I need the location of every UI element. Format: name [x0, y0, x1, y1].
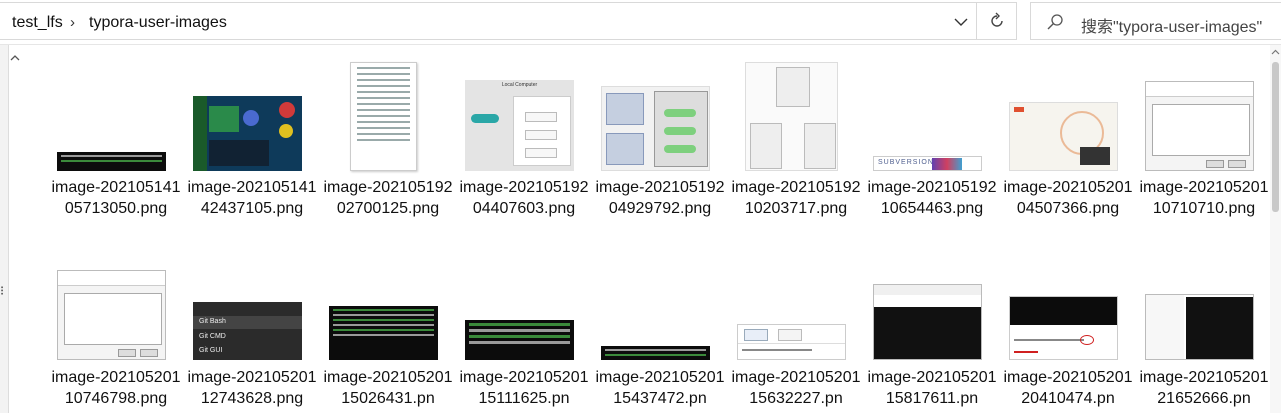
file-thumbnail: Git Bash Git CMD Git GUI: [193, 302, 302, 360]
breadcrumb-typora-user-images[interactable]: typora-user-images: [89, 14, 227, 32]
file-name: image-20210520110746798.png: [51, 369, 181, 407]
file-name: image-20210520120410474.pn: [1003, 369, 1133, 407]
nav-pane-glyph: ⁝: [0, 283, 5, 298]
refresh-button[interactable]: [976, 2, 1017, 40]
file-thumbnail: [57, 270, 166, 360]
banner-text: SUBVERSION: [878, 159, 934, 166]
file-thumbnail: [465, 320, 574, 360]
file-name: image-20210519204407603.png: [459, 179, 589, 217]
menu-item-git-bash: Git Bash: [199, 318, 226, 325]
file-thumbnail: [601, 86, 710, 171]
file-name: image-20210519204929792.png: [595, 179, 725, 217]
file-name: image-20210519210654463.png: [867, 179, 997, 217]
file-item[interactable]: Local Computer image-20210519204407603.p…: [456, 60, 592, 245]
search-box[interactable]: 搜索"typora-user-images": [1030, 2, 1281, 40]
file-name: image-20210520121652666.pn: [1139, 369, 1269, 407]
breadcrumb-test-lfs[interactable]: test_lfs: [12, 14, 63, 32]
file-thumbnail: [329, 306, 438, 360]
file-item[interactable]: image-20210520115817611.pn: [864, 260, 1000, 413]
file-name: image-20210514105713050.png: [51, 179, 181, 217]
file-item[interactable]: image-20210519202700125.png: [320, 60, 456, 245]
file-name: image-20210520115437472.pn: [595, 369, 725, 407]
file-item[interactable]: Git Bash Git CMD Git GUI image-202105201…: [184, 260, 320, 413]
file-item[interactable]: image-20210514142437105.png: [184, 60, 320, 245]
scroll-up-icon[interactable]: [7, 50, 23, 66]
file-item[interactable]: image-20210519204929792.png: [592, 60, 728, 245]
file-name: image-20210520110710710.png: [1139, 179, 1269, 217]
file-name: image-20210520112743628.png: [187, 369, 317, 407]
refresh-icon: [990, 12, 1003, 27]
file-name: image-20210514142437105.png: [187, 179, 317, 217]
search-input[interactable]: 搜索"typora-user-images": [1081, 13, 1262, 37]
file-name: image-20210519202700125.png: [323, 179, 453, 217]
file-item[interactable]: image-20210520110746798.png: [48, 260, 184, 413]
file-name: image-20210519210203717.png: [731, 179, 861, 217]
file-thumbnail: [57, 152, 166, 171]
file-item[interactable]: image-20210519210203717.png: [728, 60, 864, 245]
file-item[interactable]: image-20210520121652666.pn: [1136, 260, 1272, 413]
file-item[interactable]: SUBVERSION image-20210519210654463.png: [864, 60, 1000, 245]
file-item[interactable]: image-20210520115111625.pn: [456, 260, 592, 413]
diagram-title: Local Computer: [501, 82, 538, 88]
file-thumbnail: [601, 346, 710, 360]
file-item[interactable]: image-20210520115437472.pn: [592, 260, 728, 413]
scrollbar-thumb[interactable]: [1272, 62, 1279, 212]
file-item[interactable]: image-20210520120410474.pn: [1000, 260, 1136, 413]
file-thumbnail: [193, 96, 302, 171]
navigation-pane-edge: [0, 45, 9, 413]
file-thumbnail: [1009, 296, 1118, 360]
file-thumbnail: [745, 62, 838, 171]
file-thumbnail: SUBVERSION: [873, 156, 982, 171]
file-item[interactable]: image-20210520104507366.png: [1000, 60, 1136, 245]
menu-item-git-cmd: Git CMD: [199, 333, 226, 340]
file-name: image-20210520104507366.png: [1003, 179, 1133, 217]
menu-item-git-gui: Git GUI: [199, 347, 223, 354]
file-thumbnail: [1009, 102, 1118, 171]
breadcrumb-separator[interactable]: ›: [70, 14, 75, 31]
file-item[interactable]: image-20210514105713050.png: [48, 60, 184, 245]
file-item[interactable]: image-20210520110710710.png: [1136, 60, 1272, 245]
file-thumbnail: [873, 284, 982, 360]
file-name: image-20210520115026431.pn: [323, 369, 453, 407]
chevron-down-icon[interactable]: [951, 12, 971, 32]
file-name: image-20210520115632227.pn: [731, 369, 861, 407]
file-name: image-20210520115111625.pn: [459, 369, 589, 407]
search-icon: [1047, 14, 1063, 30]
file-thumbnail: Local Computer: [465, 80, 574, 171]
file-item[interactable]: image-20210520115632227.pn: [728, 260, 864, 413]
address-bar[interactable]: test_lfs › typora-user-images: [0, 2, 1017, 40]
file-thumbnail: [737, 324, 846, 360]
address-toolbar: test_lfs › typora-user-images 搜索"typora-…: [0, 0, 1281, 45]
file-thumbnail: [1145, 81, 1254, 171]
file-name: image-20210520115817611.pn: [867, 369, 997, 407]
file-item[interactable]: image-20210520115026431.pn: [320, 260, 456, 413]
file-thumbnail: [1145, 294, 1254, 360]
file-thumbnail: [350, 62, 417, 171]
scrollbar-up-arrow-icon[interactable]: [1270, 47, 1281, 58]
